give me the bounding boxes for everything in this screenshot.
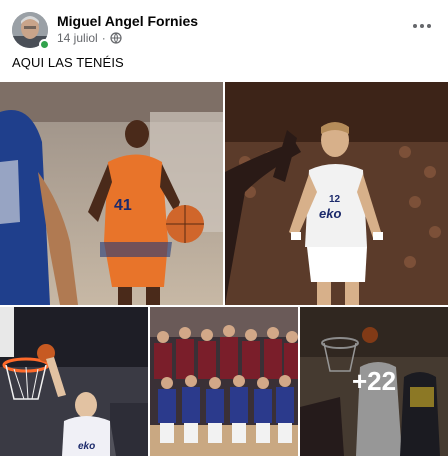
jersey-text: eko: [78, 441, 95, 452]
post-header: Miguel Angel Fornies 14 juliol ·: [12, 12, 436, 50]
gallery-photo-player-white[interactable]: 12 eko: [225, 82, 448, 305]
gallery-photo-player-orange[interactable]: 41: [0, 82, 223, 305]
more-photos-overlay[interactable]: +22: [300, 307, 448, 456]
globe-icon[interactable]: [110, 32, 122, 44]
author-name[interactable]: Miguel Angel Fornies: [57, 13, 198, 29]
jersey-number: 12: [329, 194, 341, 205]
more-options-icon[interactable]: [408, 12, 436, 40]
online-status-indicator: [39, 39, 50, 50]
post-text: AQUI LAS TENÉIS: [12, 55, 124, 70]
gallery-photo-player-dunk[interactable]: eko: [0, 307, 148, 456]
meta-separator: ·: [101, 31, 106, 45]
post-date[interactable]: 14 juliol: [57, 31, 98, 45]
post-meta: 14 juliol ·: [57, 31, 122, 45]
gallery-photo-game-action[interactable]: +22: [300, 307, 448, 456]
photo-gallery: 41 12 eko eko +22: [0, 82, 448, 456]
remaining-photos-count: +22: [351, 366, 397, 396]
jersey-text: eko: [319, 206, 341, 221]
gallery-photo-team[interactable]: [150, 307, 298, 456]
jersey-number: 41: [114, 197, 132, 214]
